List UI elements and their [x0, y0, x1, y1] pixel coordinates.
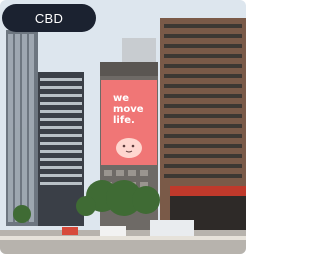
location-chip[interactable]: CBD	[2, 4, 96, 32]
right-brick-tower	[160, 18, 246, 232]
slogan-line: life.	[113, 115, 135, 126]
photo-card[interactable]: we move life. CBD	[0, 0, 246, 254]
left-glass-tower	[6, 30, 38, 226]
location-chip-label: CBD	[34, 10, 64, 26]
slogan-line: move	[113, 104, 144, 115]
city-photo	[0, 0, 246, 254]
slogan-line: we	[113, 93, 130, 104]
billboard-slogan: we move life.	[113, 93, 153, 126]
mascot-icon	[116, 138, 142, 158]
